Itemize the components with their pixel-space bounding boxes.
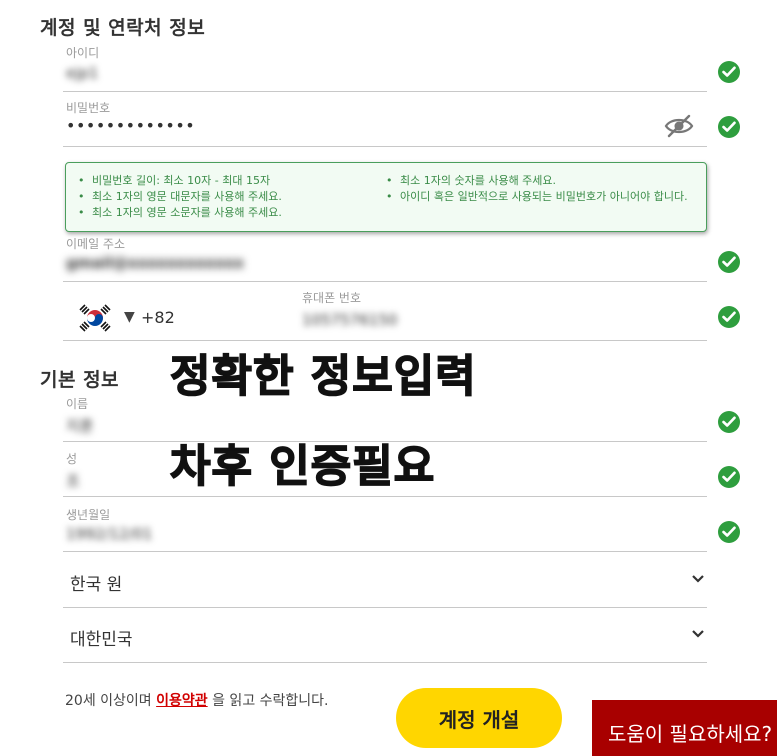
first-name-valid-check-icon: [718, 411, 740, 433]
phone-valid-check-icon: [718, 306, 740, 328]
last-name-value: 조: [66, 472, 80, 490]
phone-value: 1057576150: [302, 311, 398, 329]
last-name-valid-check-icon: [718, 466, 740, 488]
email-field[interactable]: 이메일 주소 gmail@xxxxxxxxxxxx: [63, 234, 707, 282]
password-label: 비밀번호: [66, 101, 111, 115]
password-rules-tooltip: 비밀번호 길이: 최소 10자 - 최대 15자 최소 1자의 영문 대문자를 …: [65, 162, 707, 232]
password-rules-right: 최소 1자의 숫자를 사용해 주세요. 아이디 혹은 일반적으로 사용되는 비밀…: [384, 173, 694, 205]
username-field[interactable]: 아이디 ejp1: [63, 44, 707, 92]
overlay-annotation-line1: 정확한 정보입력: [169, 350, 477, 403]
terms-prefix: 20세 이상이며: [65, 693, 157, 709]
chevron-down-icon: [692, 630, 704, 638]
password-rule: 아이디 혹은 일반적으로 사용되는 비밀번호가 아니어야 합니다.: [384, 189, 694, 205]
first-name-label: 이름: [66, 397, 89, 411]
password-rule: 비밀번호 길이: 최소 10자 - 최대 15자: [76, 173, 376, 189]
country-value: 대한민국: [70, 630, 133, 650]
south-korea-flag-icon[interactable]: [78, 302, 112, 334]
currency-select[interactable]: 한국 원: [63, 552, 707, 608]
last-name-label: 성: [66, 452, 78, 466]
username-valid-check-icon: [718, 61, 740, 83]
birthdate-label: 생년월일: [66, 508, 111, 522]
email-valid-check-icon: [718, 251, 740, 273]
country-select[interactable]: 대한민국: [63, 607, 707, 663]
password-rule: 최소 1자의 영문 대문자를 사용해 주세요.: [76, 189, 376, 205]
terms-suffix: 을 읽고 수락합니다.: [207, 693, 329, 709]
email-label: 이메일 주소: [66, 237, 126, 251]
currency-value: 한국 원: [70, 575, 123, 595]
birthdate-value: 1992/12/01: [66, 525, 153, 543]
open-account-button[interactable]: 계정 개설: [396, 688, 562, 748]
password-rule: 최소 1자의 숫자를 사용해 주세요.: [384, 173, 694, 189]
username-label: 아이디: [66, 46, 100, 60]
eye-slash-icon[interactable]: [664, 113, 694, 139]
password-value: •••••••••••••: [66, 116, 196, 135]
password-rules-left: 비밀번호 길이: 최소 10자 - 최대 15자 최소 1자의 영문 대문자를 …: [76, 173, 376, 221]
password-valid-check-icon: [718, 116, 740, 138]
chevron-down-icon: [692, 575, 704, 583]
password-rule: 최소 1자의 영문 소문자를 사용해 주세요.: [76, 205, 376, 221]
first-name-value: 지훈: [66, 417, 94, 435]
country-code-dropdown-icon[interactable]: ▼: [124, 309, 135, 325]
terms-agreement: 20세 이상이며 이용약관 을 읽고 수락합니다.: [65, 690, 329, 710]
terms-link[interactable]: 이용약관: [156, 693, 208, 709]
help-chat-button[interactable]: 도움이 필요하세요?: [592, 700, 777, 756]
section-title-account: 계정 및 연락처 정보: [40, 17, 206, 39]
password-field[interactable]: 비밀번호 •••••••••••••: [63, 99, 707, 147]
username-value: ejp1: [66, 64, 99, 82]
birthdate-valid-check-icon: [718, 521, 740, 543]
birthdate-field[interactable]: 생년월일 1992/12/01: [63, 504, 707, 552]
country-code[interactable]: +82: [141, 308, 175, 327]
email-value: gmail@xxxxxxxxxxxx: [66, 254, 244, 272]
phone-label: 휴대폰 번호: [302, 291, 362, 305]
section-title-basic: 기본 정보: [40, 369, 120, 391]
overlay-annotation-line2: 차후 인증필요: [169, 440, 436, 493]
